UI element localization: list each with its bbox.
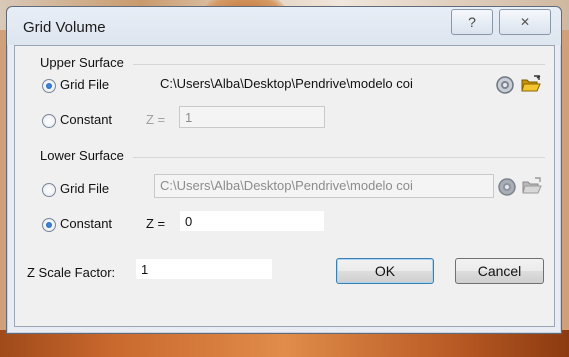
lower-grid-file-path[interactable]: C:\Users\Alba\Desktop\Pendrive\modelo co… [154,174,494,198]
upper-constant-label: Constant [60,112,113,127]
lower-z-input[interactable]: 0 [179,210,325,232]
lower-constant-label: Constant [60,216,113,231]
lower-open-folder-icon[interactable] [521,176,543,196]
upper-constant-radio[interactable] [42,114,56,128]
upper-surface-label: Upper Surface [40,55,124,70]
lower-z-label: Z = [146,216,166,231]
upper-z-input[interactable]: 1 [179,106,325,128]
dialog-content: Upper Surface Grid File C:\Users\Alba\De… [14,45,555,327]
ok-button[interactable]: OK [336,258,434,284]
dialog-title: Grid Volume [23,19,106,36]
upper-info-icon[interactable] [495,75,515,95]
upper-z-label: Z = [146,112,166,127]
group-divider [133,64,545,65]
upper-grid-file-radio[interactable] [42,79,56,93]
help-icon: ? [468,14,476,30]
close-button[interactable]: ✕ [499,9,551,35]
upper-grid-file-label: Grid File [60,77,110,92]
lower-surface-label: Lower Surface [40,148,124,163]
grid-volume-dialog: Grid Volume ? ✕ Upper Surface Grid File … [6,6,562,334]
z-scale-factor-input[interactable]: 1 [135,258,273,280]
lower-grid-file-radio[interactable] [42,183,56,197]
close-icon: ✕ [519,15,531,29]
background-bottom [0,330,569,357]
cancel-button[interactable]: Cancel [455,258,544,284]
upper-open-folder-icon[interactable] [520,74,542,94]
lower-info-icon[interactable] [497,177,517,197]
upper-grid-file-path[interactable]: C:\Users\Alba\Desktop\Pendrive\modelo co… [148,73,495,95]
lower-grid-file-label: Grid File [60,181,110,196]
help-button[interactable]: ? [451,9,493,35]
lower-constant-radio[interactable] [42,218,56,232]
title-bar[interactable]: Grid Volume ? ✕ [7,7,561,45]
z-scale-factor-label: Z Scale Factor: [27,265,116,280]
group-divider [133,157,545,158]
